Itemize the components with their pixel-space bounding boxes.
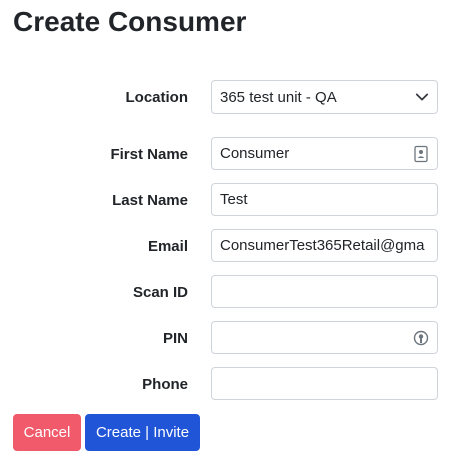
last-name-value: Test bbox=[220, 191, 248, 208]
scan-id-label: Scan ID bbox=[132, 283, 188, 301]
last-name-label: Last Name bbox=[112, 191, 188, 209]
last-name-row: Last Name Test bbox=[0, 183, 457, 217]
pin-field[interactable] bbox=[211, 321, 438, 354]
pin-label: PIN bbox=[162, 329, 188, 347]
password-manager-icon[interactable] bbox=[413, 329, 429, 347]
pin-row: PIN bbox=[0, 321, 457, 355]
chevron-down-icon bbox=[415, 93, 429, 101]
email-label: Email bbox=[147, 237, 188, 255]
first-name-value: Consumer bbox=[220, 145, 290, 162]
scan-id-row: Scan ID bbox=[0, 275, 457, 309]
create-invite-button[interactable]: Create | Invite bbox=[85, 414, 200, 451]
last-name-field[interactable]: Test bbox=[211, 183, 438, 216]
email-value: ConsumerTest365Retail@gma bbox=[220, 237, 425, 254]
email-row: Email ConsumerTest365Retail@gma bbox=[0, 229, 457, 263]
contact-card-icon[interactable] bbox=[413, 145, 429, 163]
page-title: Create Consumer bbox=[13, 6, 247, 37]
location-row: Location 365 test unit - QA bbox=[0, 80, 457, 114]
email-field[interactable]: ConsumerTest365Retail@gma bbox=[211, 229, 438, 262]
first-name-label: First Name bbox=[110, 145, 188, 163]
location-select[interactable]: 365 test unit - QA bbox=[211, 80, 438, 114]
first-name-field[interactable]: Consumer bbox=[211, 137, 438, 170]
create-consumer-page: Create Consumer Location 365 test unit -… bbox=[0, 0, 457, 464]
phone-field[interactable] bbox=[211, 367, 438, 400]
first-name-row: First Name Consumer bbox=[0, 137, 457, 171]
cancel-button[interactable]: Cancel bbox=[13, 414, 81, 451]
location-select-value: 365 test unit - QA bbox=[220, 88, 337, 106]
scan-id-field[interactable] bbox=[211, 275, 438, 308]
location-label: Location bbox=[125, 88, 189, 106]
phone-row: Phone bbox=[0, 367, 457, 401]
phone-label: Phone bbox=[142, 375, 188, 393]
